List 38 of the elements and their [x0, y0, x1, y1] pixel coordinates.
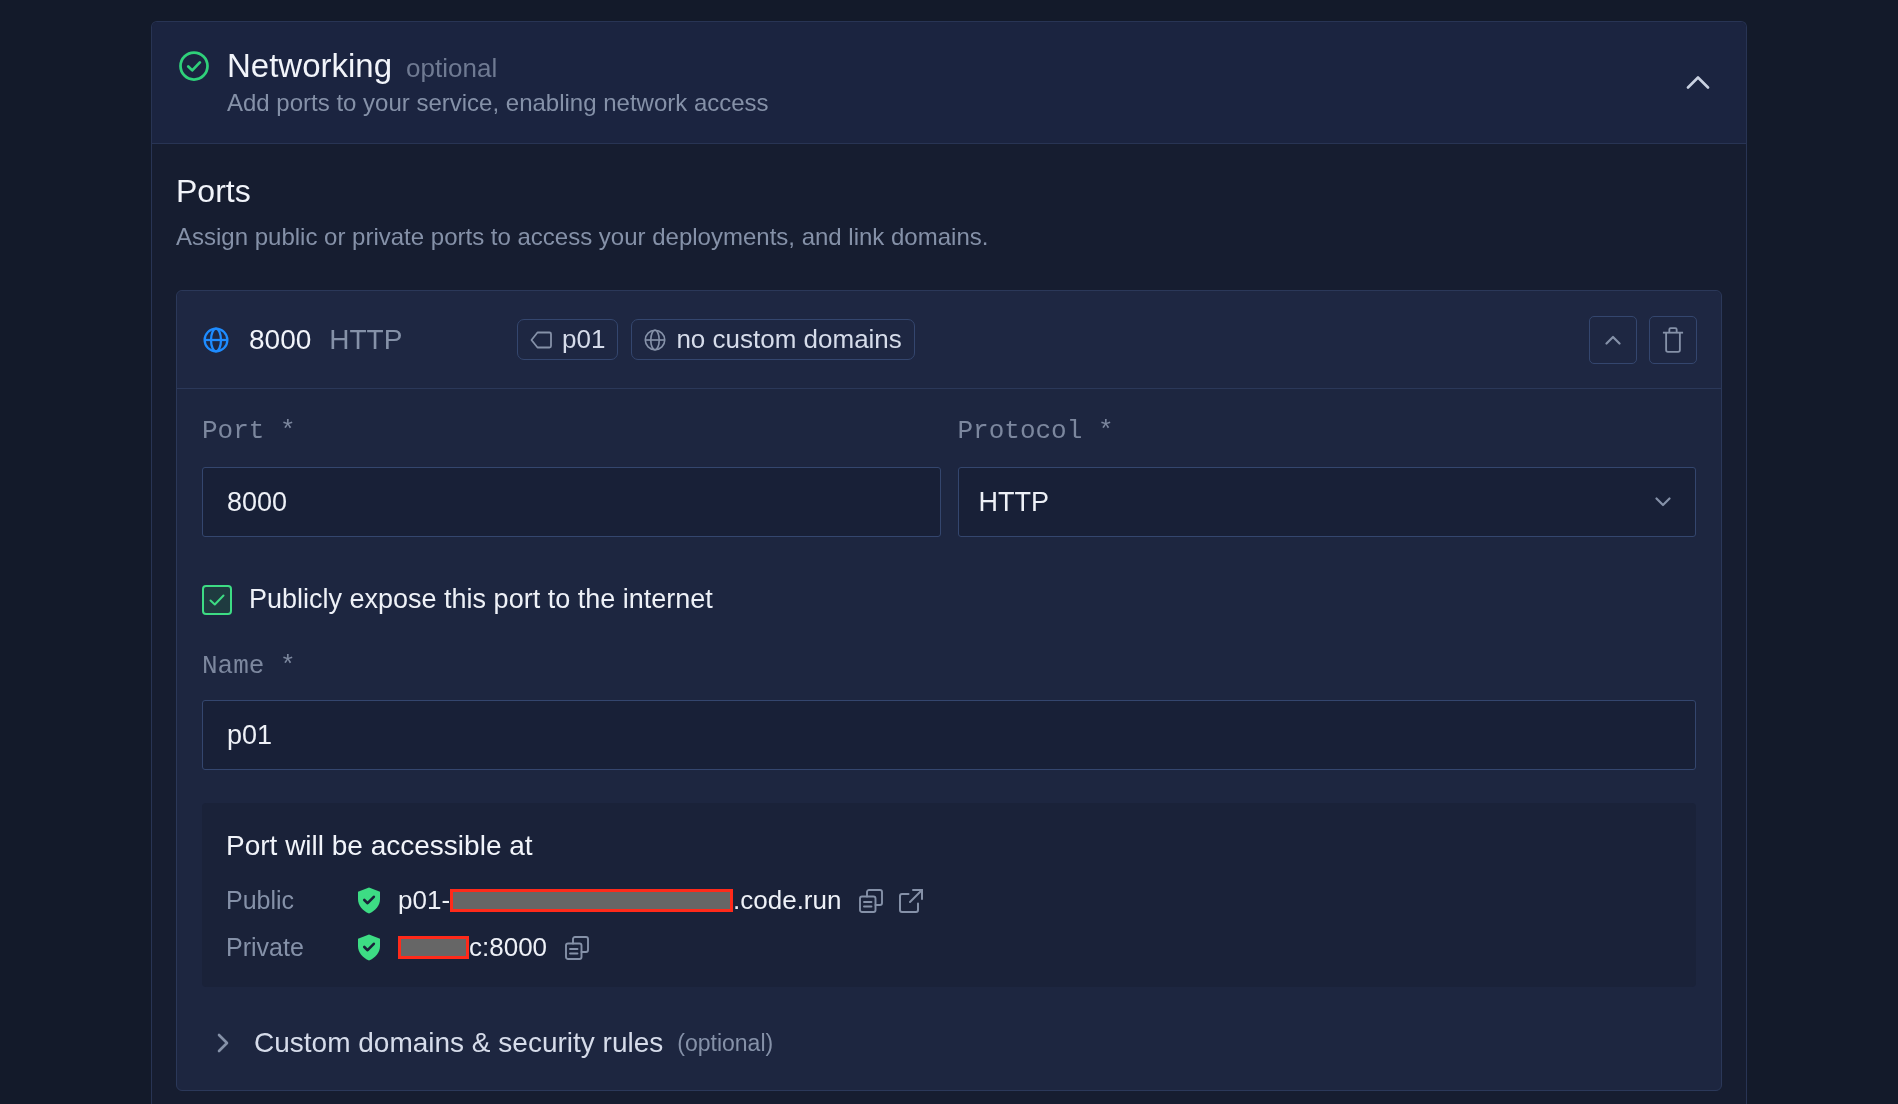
- external-link-icon[interactable]: [899, 888, 924, 913]
- section-subtitle: Add ports to your service, enabling network access: [227, 88, 769, 118]
- name-input[interactable]: p01: [202, 700, 1696, 770]
- checkbox-label[interactable]: Publicly expose this port to the internet: [249, 584, 713, 615]
- url-text: p01-: [398, 885, 451, 916]
- optional-label: (optional): [677, 1029, 774, 1057]
- protocol-select[interactable]: HTTP: [957, 467, 1696, 537]
- url-text: .code.run: [733, 885, 842, 916]
- tag-label: p01: [562, 324, 606, 355]
- access-label: Public: [226, 886, 296, 915]
- trash-icon: [1662, 326, 1684, 353]
- ports-heading: Ports: [176, 172, 251, 211]
- port-protocol: HTTP: [329, 323, 403, 356]
- field-label: Port *: [202, 416, 296, 446]
- port-number: 8000: [249, 323, 312, 356]
- ports-description: Assign public or private ports to access your deployments, and link domains.: [176, 222, 989, 252]
- field-label: Name *: [202, 651, 296, 681]
- access-label: Private: [226, 933, 305, 962]
- domains-label: no custom domains: [676, 324, 902, 355]
- copy-icon[interactable]: [859, 888, 884, 913]
- access-title: Port will be accessible at: [226, 829, 533, 863]
- tag-icon: [530, 330, 552, 349]
- chevron-right-icon[interactable]: [217, 1033, 229, 1053]
- optional-label: optional: [406, 52, 498, 85]
- globe-icon: [644, 328, 667, 351]
- check-icon: [209, 593, 225, 606]
- chevron-up-icon: [1605, 334, 1621, 345]
- checkbox[interactable]: [202, 584, 232, 615]
- advanced-section-toggle[interactable]: Custom domains & security rules: [254, 1027, 664, 1059]
- delete-button[interactable]: [1649, 315, 1697, 364]
- chevron-down-icon: [1655, 497, 1671, 507]
- chevron-up-icon[interactable]: [1686, 75, 1710, 89]
- globe-icon: [203, 326, 229, 353]
- port-input[interactable]: 8000: [202, 467, 941, 537]
- field-label: Protocol *: [957, 416, 1114, 446]
- copy-icon[interactable]: [565, 935, 590, 960]
- section-title: Networking: [227, 46, 393, 86]
- url-text: c:8000: [469, 932, 548, 963]
